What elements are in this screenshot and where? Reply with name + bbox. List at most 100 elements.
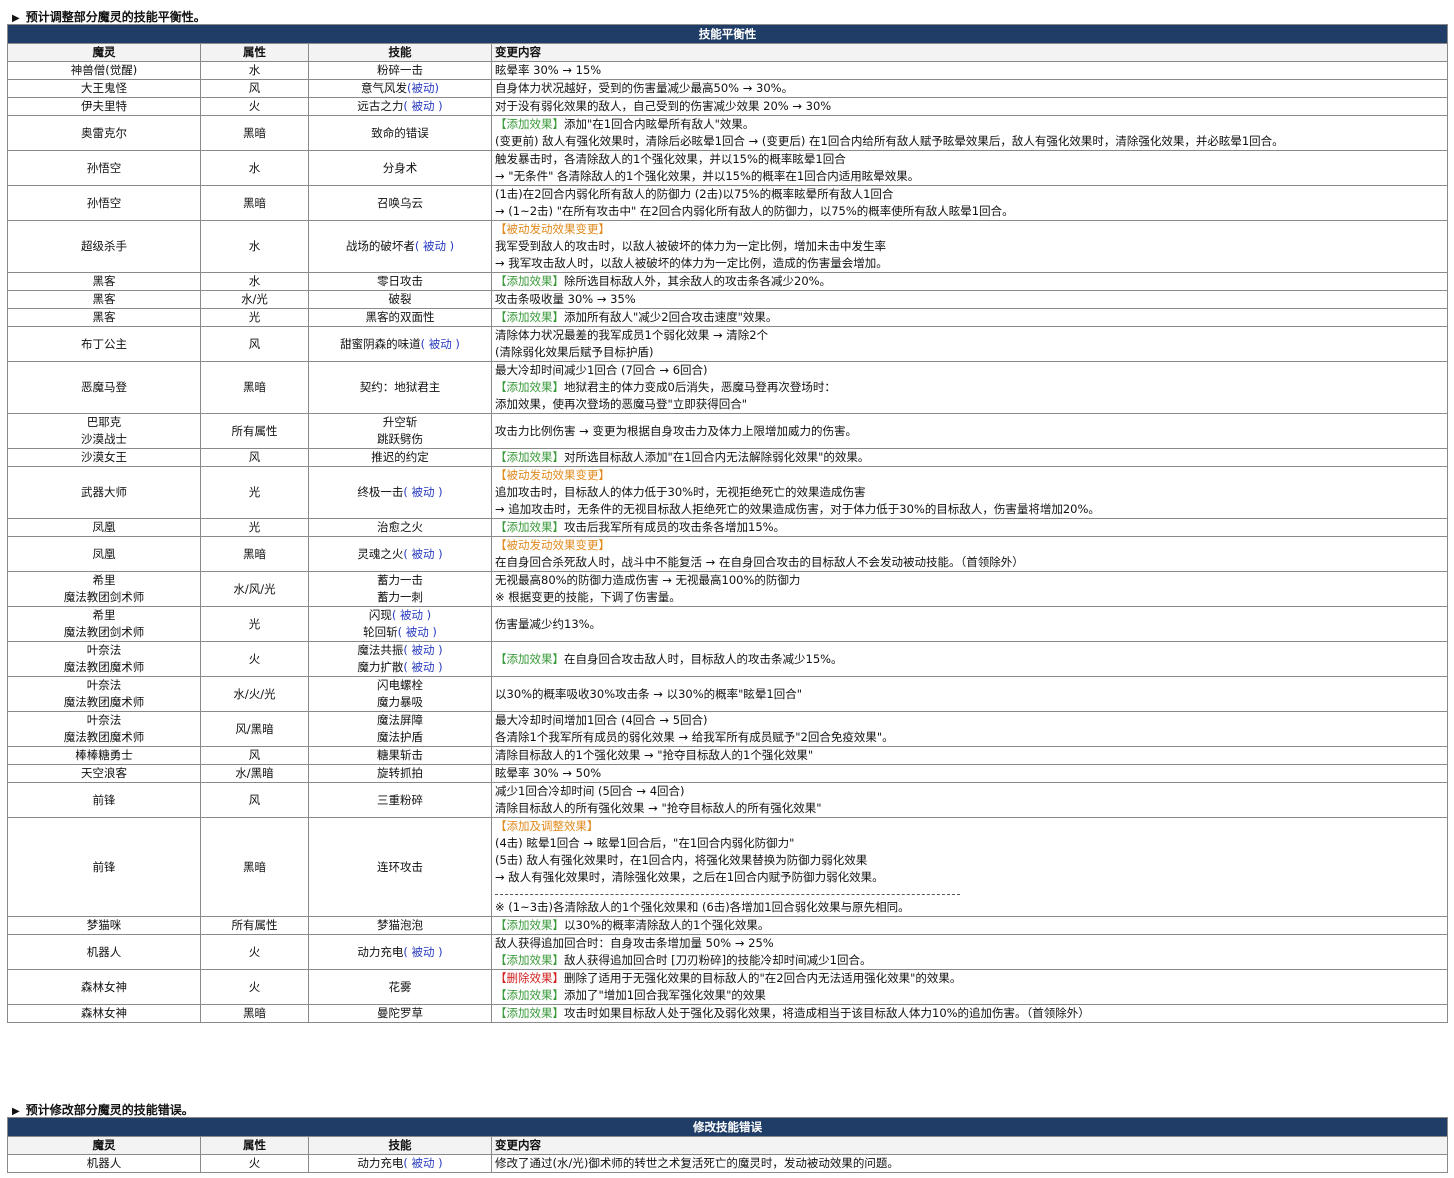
bugfix-table: 修改技能错误 魔灵 属性 技能 变更内容 机器人火动力充电( 被动 ) 修改了通过…	[7, 1117, 1448, 1173]
effect-tag: 【添加效果】	[495, 450, 564, 464]
skill-line: 蓄力一刺	[312, 589, 488, 606]
cell-skill: 终极一击( 被动 )	[308, 466, 492, 519]
passive-label: ( 被动 )	[403, 1156, 443, 1170]
table-row: 凤凰 黑暗 灵魂之火( 被动 ) 【被动发动效果变更】 在自身回合杀死敌人时，战斗中不能…	[7, 536, 1448, 572]
change-line: 我军受到敌人的攻击时，以敌人被破坏的体力为一定比例，增加未击中发生率	[495, 238, 1444, 255]
effect-tag: 【被动发动效果变更】	[495, 468, 610, 482]
skill-name: 破裂	[388, 292, 412, 306]
cell-attribute: 风/黑暗	[200, 711, 309, 747]
change-line: 无视最高80%的防御力造成伤害 → 无视最高100%的防御力	[495, 573, 1444, 590]
effect-tag: 【被动发动效果变更】	[495, 538, 610, 552]
cell-skill: 蓄力一击 蓄力一刺	[308, 571, 492, 607]
skill-line: 魔法护盾	[312, 729, 488, 746]
change-line: 最大冷却时间减少1回合 (7回合 → 6回合)	[495, 363, 1444, 380]
cell-name: 希里 魔法教团剑术师	[7, 571, 201, 607]
skill-line: 梦猫泡泡	[312, 918, 488, 934]
change-line: 最大冷却时间增加1回合 (4回合 → 5回合)	[495, 713, 1444, 730]
table-row: 超级杀手水战场的破坏者( 被动 ) 【被动发动效果变更】 我军受到敌人的攻击时，以敌…	[7, 220, 1448, 273]
change-line: 眩晕率 30% → 15%	[495, 63, 1444, 79]
change-line: 【添加效果】在自身回合攻击敌人时，目标敌人的攻击条减少15%。	[495, 651, 1444, 668]
cell-attribute: 风	[200, 448, 309, 467]
cell-changes: 【被动发动效果变更】 我军受到敌人的攻击时，以敌人被破坏的体力为一定比例，增加未击…	[491, 220, 1448, 273]
cell-name: 神兽僧(觉醒)	[7, 61, 201, 80]
change-line: 在自身回合杀死敌人时，战斗中不能复活 → 在自身回合攻击的目标敌人不会发动被动技…	[495, 554, 1444, 571]
passive-label: ( 被动 )	[420, 336, 460, 351]
change-line: 以30%的概率吸收30%攻击条 → 以30%的概率"眩晕1回合"	[495, 686, 1444, 703]
effect-tag: 【添加效果】	[495, 651, 564, 666]
monster-name: 魔法教团剑术师	[63, 590, 145, 604]
cell-skill: 治愈之火	[308, 518, 492, 537]
change-text: 减少1回合冷却时间 (5回合 → 4回合)	[495, 784, 685, 798]
skill-name: 黑客的双面性	[365, 310, 435, 324]
monster-name: 武器大师	[81, 485, 127, 499]
change-text: 最大冷却时间减少1回合 (7回合 → 6回合)	[495, 363, 708, 377]
skill-line: 旋转抓拍	[312, 766, 488, 782]
monster-name: 恶魔马登	[81, 380, 127, 394]
change-text: 眩晕率 30% → 50%	[495, 766, 602, 780]
cell-changes: 减少1回合冷却时间 (5回合 → 4回合) 清除目标敌人的所有强化效果 → "抢夺…	[491, 782, 1448, 818]
change-line: 敌人获得追加回合时：自身攻击条增加量 50% → 25%	[495, 936, 1444, 953]
cell-name: 孙悟空	[7, 150, 201, 186]
change-line: → 追加攻击时，无条件的无视目标敌人拒绝死亡的效果造成伤害，对于体力低于30%的…	[495, 501, 1444, 518]
skill-name: 闪电螺栓	[377, 678, 423, 692]
skill-line: 动力充电( 被动 )	[312, 1156, 488, 1172]
cell-changes: 【添加效果】以30%的概率清除敌人的1个强化效果。	[491, 916, 1448, 935]
cell-changes: 【添加效果】攻击时如果目标敌人处于强化及弱化效果，将造成相当于该目标敌人体力10…	[491, 1004, 1448, 1023]
table-row: 黑客 水 零日攻击 【添加效果】除所选目标敌人外，其余敌人的攻击条各减少20%。	[7, 272, 1448, 291]
cell-name: 机器人	[7, 934, 201, 970]
effect-tag: 【添加效果】	[495, 953, 564, 967]
change-text: → "无条件" 各清除敌人的1个强化效果，并以15%的概率在1回合内适用眩晕效果…	[495, 169, 920, 183]
change-text: 敌人获得追加回合时：自身攻击条增加量 50% → 25%	[495, 936, 774, 950]
change-text: 在自身回合攻击敌人时，目标敌人的攻击条减少15%。	[564, 651, 843, 666]
cell-attribute: 所有属性	[200, 916, 309, 935]
cell-attribute: 所有属性	[200, 413, 309, 449]
cell-attribute: 水/黑暗	[200, 764, 309, 783]
cell-attribute: 黑暗	[200, 115, 309, 151]
cell-name: 恶魔马登	[7, 361, 201, 414]
cell-skill: 闪电螺栓 魔力暴吸	[308, 676, 492, 712]
cell-changes: 【添加效果】在自身回合攻击敌人时，目标敌人的攻击条减少15%。	[491, 641, 1448, 677]
change-text: 攻击条吸收量 30% → 35%	[495, 292, 636, 306]
change-line: 各清除1个我军所有成员的弱化效果 → 给我军所有成员赋予"2回合免疫效果"。	[495, 729, 1444, 746]
skill-name: 魔力扩散	[357, 660, 404, 674]
skill-name: 升空斩	[382, 415, 418, 429]
cell-name: 沙漠女王	[7, 448, 201, 467]
cell-attribute: 火	[200, 97, 309, 116]
skill-name: 曼陀罗草	[377, 1006, 423, 1020]
cell-changes: (1击)在2回合内弱化所有敌人的防御力 (2击)以75%的概率眩晕所有敌人1回合…	[491, 185, 1448, 221]
skill-line: 战场的破坏者( 被动 )	[312, 238, 488, 255]
skill-line: 连环攻击	[312, 859, 488, 876]
cell-name: 凤凰	[7, 518, 201, 537]
change-line: 【添加效果】以30%的概率清除敌人的1个强化效果。	[495, 918, 1444, 934]
table-row: 奥雷克尔 黑暗 致命的错误 【添加效果】添加"在1回合内眩晕所有敌人"效果。 (变更前)…	[7, 115, 1448, 151]
monster-name: 魔法教团魔术师	[63, 695, 145, 709]
skill-line: 召唤乌云	[312, 195, 488, 212]
skill-name: 魔法共振	[357, 643, 404, 657]
cell-skill: 黑客的双面性	[308, 308, 492, 327]
change-text: → 我军攻击敌人时，以敌人被破坏的体力为一定比例，造成的伤害量会增加。	[495, 256, 888, 270]
skill-name: 魔力暴吸	[377, 695, 423, 709]
table-row: 巴耶克 沙漠战士 所有属性 升空斩 跳跃劈伤 攻击力比例伤害 → 变更为根据自身攻击力及体…	[7, 413, 1448, 449]
cell-name: 森林女神	[7, 1004, 201, 1023]
column-header-skill: 技能	[308, 43, 492, 62]
skill-line: 粉碎一击	[312, 63, 488, 79]
table-row: 孙悟空 水 分身术 触发暴击时，各清除敌人的1个强化效果，并以15%的概率眩晕1回合 →…	[7, 150, 1448, 186]
change-line: 【添加效果】敌人获得追加回合时 [刀刃粉碎]的技能冷却时间减少1回合。	[495, 952, 1444, 969]
cell-name: 奥雷克尔	[7, 115, 201, 151]
skill-line: 升空斩	[312, 415, 488, 432]
effect-tag: 【添加效果】	[495, 1006, 564, 1020]
cell-changes: 【被动发动效果变更】在自身回合杀死敌人时，战斗中不能复活 → 在自身回合攻击的目…	[491, 536, 1448, 572]
change-line: 【添加效果】添加所有敌人"减少2回合攻击速度"效果。	[495, 310, 1444, 326]
change-text: 最大冷却时间增加1回合 (4回合 → 5回合)	[495, 713, 708, 727]
cell-changes: 【添加效果】攻击后我军所有成员的攻击条各增加15%。	[491, 518, 1448, 537]
table-row: 布丁公主风甜蜜阴森的味道( 被动 ) 清除体力状况最差的我军成员1个弱化效果 → …	[7, 326, 1448, 362]
cell-attribute: 黑暗	[200, 536, 309, 572]
monster-name: 黑客	[92, 274, 116, 288]
effect-tag: 【添加效果】	[495, 117, 564, 131]
cell-name: 前锋	[7, 817, 201, 917]
cell-changes: 对于没有弱化效果的敌人，自己受到的伤害减少效果 20% → 30%	[491, 97, 1448, 116]
skill-line: 闪现( 被动 )	[312, 608, 488, 625]
change-text: 我军受到敌人的攻击时，以敌人被破坏的体力为一定比例，增加未击中发生率	[495, 239, 886, 253]
cell-attribute: 黑暗	[200, 1004, 309, 1023]
skill-name: 零日攻击	[377, 274, 423, 288]
